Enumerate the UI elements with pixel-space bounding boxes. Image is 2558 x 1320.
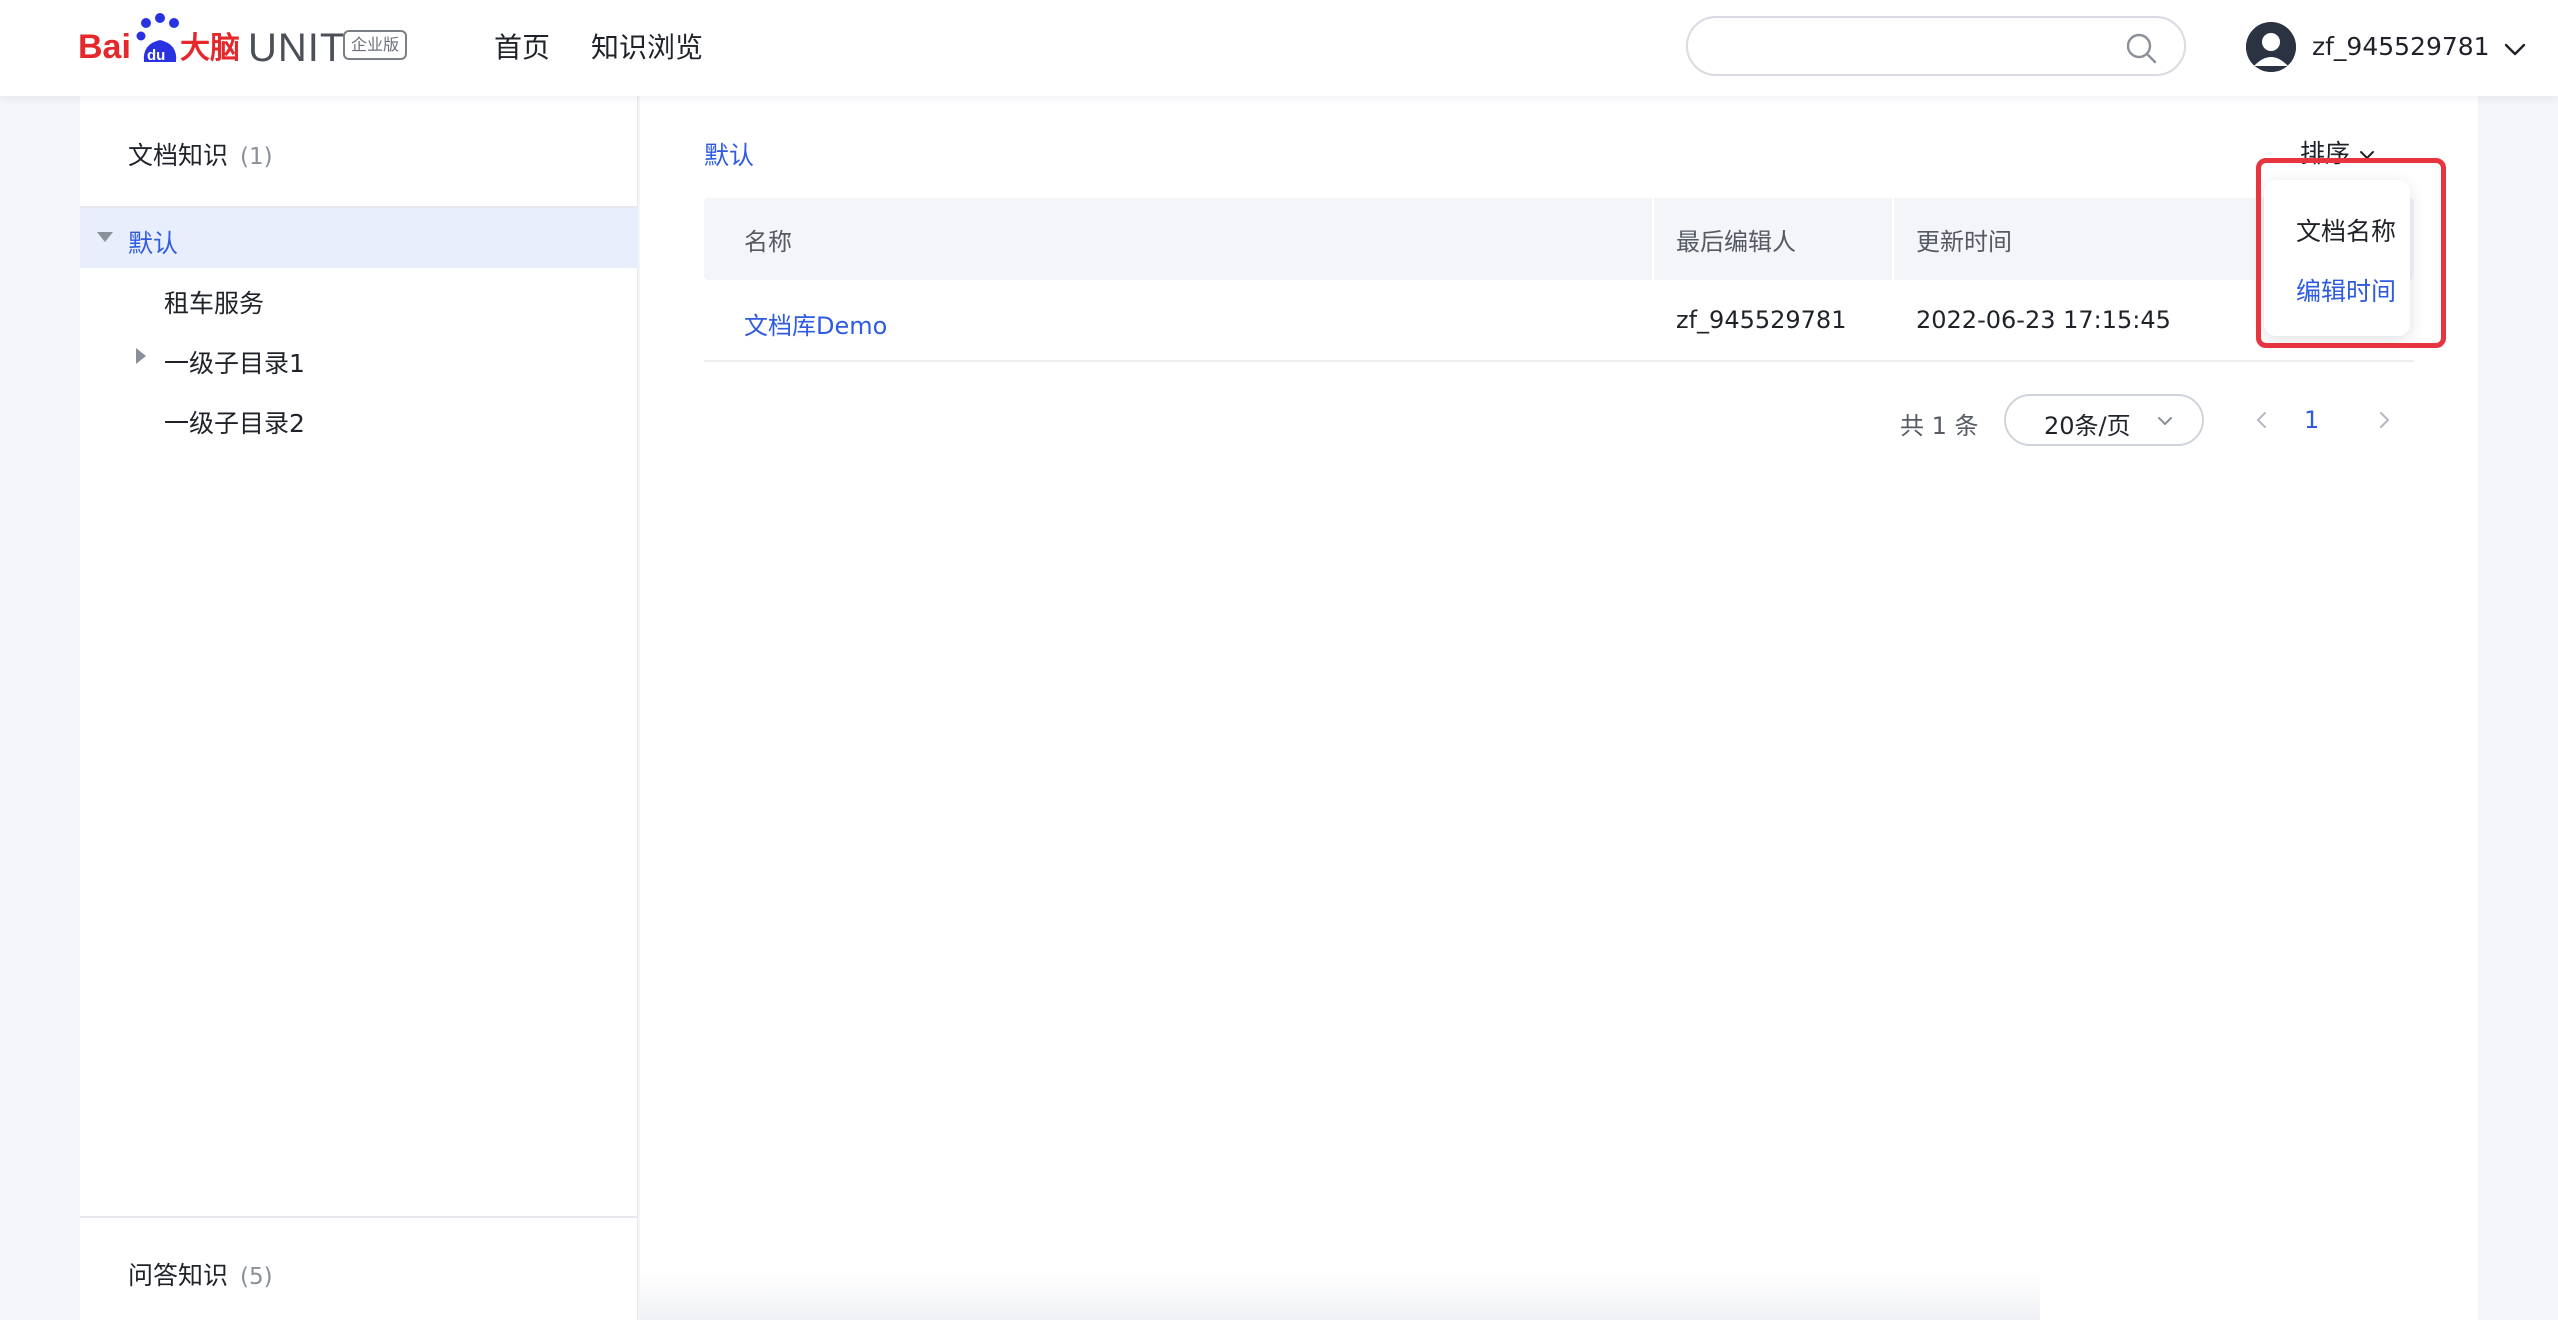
pagination: 共 1 条 20条/页 1 <box>640 394 2478 448</box>
column-divider <box>1892 198 1894 280</box>
column-header-updated: 更新时间 <box>1916 228 2012 256</box>
column-divider <box>1652 198 1654 280</box>
svg-text:大脑: 大脑 <box>180 31 240 66</box>
avatar[interactable] <box>2246 22 2296 72</box>
top-bar: Bai du 大脑 UNIT 企业版 首页 知识浏览 zf_945529781 <box>0 0 2558 96</box>
sort-label: 排序 <box>2300 139 2351 168</box>
doc-knowledge-header[interactable]: 文档知识 (1) <box>128 136 273 172</box>
doc-knowledge-count: (1) <box>240 144 273 170</box>
page-number[interactable]: 1 <box>2304 406 2319 434</box>
page-size-select[interactable]: 20条/页 <box>2004 394 2204 446</box>
document-name-link[interactable]: 文档库Demo <box>744 306 887 341</box>
nav-home[interactable]: 首页 <box>494 26 550 66</box>
tree-item-label: 默认 <box>128 229 179 258</box>
page-size-label: 20条/页 <box>2044 412 2131 440</box>
chevron-down-icon <box>2158 417 2172 425</box>
main-content: 默认 排序 名称 最后编辑人 更新时间 文档库Demo zf_945529781… <box>640 96 2478 1320</box>
chevron-right-icon[interactable] <box>2372 408 2396 432</box>
enterprise-badge: 企业版 <box>343 30 408 60</box>
user-name[interactable]: zf_945529781 <box>2312 32 2490 61</box>
svg-text:Bai: Bai <box>78 28 131 66</box>
column-header-name: 名称 <box>744 228 792 256</box>
breadcrumb[interactable]: 默认 <box>704 136 754 172</box>
document-table: 名称 最后编辑人 更新时间 文档库Demo zf_945529781 2022-… <box>704 198 2414 362</box>
sort-dropdown-menu: 文档名称 编辑时间 <box>2264 180 2410 336</box>
column-header-editor: 最后编辑人 <box>1676 228 1796 256</box>
tree-item-subdir-1[interactable]: 一级子目录1 <box>80 328 638 388</box>
nav-knowledge-browse[interactable]: 知识浏览 <box>591 26 703 66</box>
baidu-paw-logo-icon: Bai du 大脑 <box>78 13 240 66</box>
svg-text:du: du <box>147 47 165 64</box>
table-row: 文档库Demo zf_945529781 2022-06-23 17:15:45 <box>704 280 2414 362</box>
caret-down-icon[interactable] <box>97 232 113 242</box>
chevron-down-icon[interactable] <box>2502 36 2528 62</box>
search-icon[interactable] <box>2124 31 2158 65</box>
table-header: 名称 最后编辑人 更新时间 <box>704 198 2414 280</box>
sort-option-edit-time[interactable]: 编辑时间 <box>2296 272 2396 308</box>
qa-knowledge-label: 问答知识 <box>128 1261 229 1290</box>
doc-knowledge-label: 文档知识 <box>128 141 229 170</box>
tree-item-subdir-2[interactable]: 一级子目录2 <box>80 388 638 448</box>
knowledge-sidebar: 文档知识 (1) 默认 租车服务 一级子目录1 一级子目录2 问答知识 (5) <box>80 96 638 1320</box>
qa-knowledge-header[interactable]: 问答知识 (5) <box>128 1256 273 1292</box>
qa-knowledge-count: (5) <box>240 1264 273 1290</box>
bottom-shadow <box>640 1270 2040 1320</box>
chevron-down-icon <box>2360 151 2375 159</box>
sort-option-doc-name[interactable]: 文档名称 <box>2296 212 2396 248</box>
sort-button[interactable]: 排序 <box>2300 134 2376 170</box>
chevron-left-icon[interactable] <box>2250 408 2274 432</box>
tree-item-default[interactable]: 默认 <box>80 208 638 268</box>
logo-unit-text: UNIT <box>248 26 346 70</box>
tree-item-car-rental[interactable]: 租车服务 <box>80 268 638 328</box>
user-menu[interactable]: zf_945529781 <box>2246 20 2536 76</box>
updated-time: 2022-06-23 17:15:45 <box>1916 306 2171 334</box>
caret-right-icon[interactable] <box>136 348 146 364</box>
divider <box>80 1216 638 1218</box>
user-avatar-icon <box>2246 22 2296 72</box>
tree-item-label: 一级子目录2 <box>164 409 305 438</box>
last-editor: zf_945529781 <box>1676 306 1847 334</box>
search-input[interactable] <box>1686 16 2186 76</box>
tree-item-label: 一级子目录1 <box>164 349 305 378</box>
tree-item-label: 租车服务 <box>164 289 265 318</box>
pagination-total: 共 1 条 <box>1900 412 1979 440</box>
baidu-unit-logo[interactable]: Bai du 大脑 UNIT 企业版 <box>78 10 408 80</box>
